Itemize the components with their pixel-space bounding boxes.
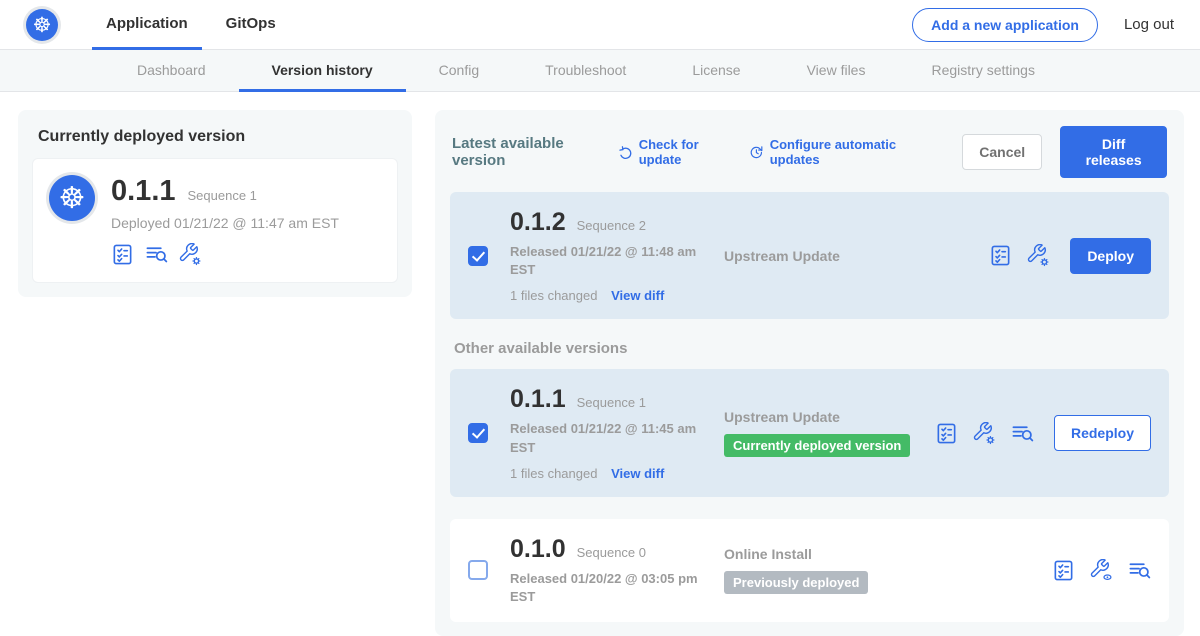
released-timestamp: Released 01/21/22 @ 11:45 am EST xyxy=(510,420,712,456)
latest-available-title: Latest available version xyxy=(452,135,600,169)
sequence-label: Sequence 0 xyxy=(577,545,646,560)
version-row-0-1-0: 0.1.0 Sequence 0 Released 01/20/22 @ 03:… xyxy=(450,519,1169,622)
available-versions-panel: Latest available version Check for updat… xyxy=(435,110,1184,636)
deployed-version-card: ☸ 0.1.1 Sequence 1 Deployed 01/21/22 @ 1… xyxy=(32,158,398,283)
deployed-timestamp: Deployed 01/21/22 @ 11:47 am EST xyxy=(111,215,339,231)
kubernetes-wheel-glyph: ☸ xyxy=(59,181,86,216)
version-checkbox[interactable] xyxy=(468,246,488,266)
redeploy-button[interactable]: Redeploy xyxy=(1054,415,1151,451)
app-subnav: Dashboard Version history Config Trouble… xyxy=(0,50,1200,92)
check-for-update-label: Check for update xyxy=(639,137,731,167)
currently-deployed-title: Currently deployed version xyxy=(32,124,398,146)
app-logo-icon: ☸ xyxy=(49,175,95,221)
version-number: 0.1.1 xyxy=(510,385,566,414)
version-row-0-1-2: 0.1.2 Sequence 2 Released 01/21/22 @ 11:… xyxy=(450,192,1169,319)
kubernetes-logo-icon: ☸ xyxy=(26,9,58,41)
version-info: 0.1.1 Sequence 1 Released 01/21/22 @ 11:… xyxy=(510,385,712,480)
currently-deployed-panel: Currently deployed version ☸ 0.1.1 Seque… xyxy=(18,110,412,297)
source-label: Upstream Update xyxy=(724,409,935,425)
previously-deployed-badge: Previously deployed xyxy=(724,571,868,594)
subnav-version-history[interactable]: Version history xyxy=(239,50,406,92)
preflight-checklist-icon[interactable] xyxy=(989,244,1012,267)
configure-automatic-updates-label: Configure automatic updates xyxy=(770,137,927,167)
source-label: Online Install xyxy=(724,546,1052,562)
files-changed-label: 1 files changed xyxy=(510,288,597,303)
source-label: Upstream Update xyxy=(724,248,989,264)
released-timestamp: Released 01/21/22 @ 11:48 am EST xyxy=(510,243,712,279)
subnav-view-files[interactable]: View files xyxy=(774,50,899,92)
sequence-label: Sequence 2 xyxy=(577,218,646,233)
auto-update-clock-icon xyxy=(749,144,764,161)
subnav-registry-settings[interactable]: Registry settings xyxy=(898,50,1067,92)
subnav-dashboard[interactable]: Dashboard xyxy=(104,50,239,92)
files-changed-label: 1 files changed xyxy=(510,466,597,481)
currently-deployed-badge: Currently deployed version xyxy=(724,434,910,457)
edit-config-icon[interactable] xyxy=(1027,244,1050,267)
version-source: Upstream Update xyxy=(712,248,989,264)
version-number: 0.1.2 xyxy=(510,208,566,237)
tab-gitops[interactable]: GitOps xyxy=(212,0,290,50)
version-number: 0.1.0 xyxy=(510,535,566,564)
view-diff-link[interactable]: View diff xyxy=(611,288,664,303)
deployed-sequence-label: Sequence 1 xyxy=(188,188,257,203)
version-actions: Redeploy xyxy=(935,415,1151,451)
logs-icon[interactable] xyxy=(1011,422,1034,445)
version-row-0-1-1: 0.1.1 Sequence 1 Released 01/21/22 @ 11:… xyxy=(450,369,1169,496)
version-info: 0.1.2 Sequence 2 Released 01/21/22 @ 11:… xyxy=(510,208,712,303)
version-checkbox[interactable] xyxy=(468,423,488,443)
logs-icon[interactable] xyxy=(145,243,168,266)
deploy-button[interactable]: Deploy xyxy=(1070,238,1151,274)
released-timestamp: Released 01/20/22 @ 03:05 pm EST xyxy=(510,570,712,606)
available-versions-header: Latest available version Check for updat… xyxy=(452,126,1167,178)
view-diff-link[interactable]: View diff xyxy=(611,466,664,481)
version-source: Online Install Previously deployed xyxy=(712,546,1052,594)
view-config-icon[interactable] xyxy=(1090,559,1113,582)
version-actions: Deploy xyxy=(989,238,1151,274)
logs-icon[interactable] xyxy=(1128,559,1151,582)
subnav-config[interactable]: Config xyxy=(406,50,512,92)
logout-button[interactable]: Log out xyxy=(1124,16,1174,33)
subnav-license[interactable]: License xyxy=(659,50,773,92)
refresh-icon xyxy=(618,144,633,161)
add-application-button[interactable]: Add a new application xyxy=(912,8,1098,42)
deployed-version-number: 0.1.1 xyxy=(111,175,176,208)
cancel-button[interactable]: Cancel xyxy=(962,134,1042,170)
top-nav: ☸ Application GitOps Add a new applicati… xyxy=(0,0,1200,50)
diff-releases-button[interactable]: Diff releases xyxy=(1060,126,1167,178)
version-source: Upstream Update Currently deployed versi… xyxy=(712,409,935,457)
check-for-update-link[interactable]: Check for update xyxy=(618,137,731,167)
main-content: Currently deployed version ☸ 0.1.1 Seque… xyxy=(0,92,1200,636)
tab-application[interactable]: Application xyxy=(92,0,202,50)
version-actions xyxy=(1052,559,1151,582)
configure-automatic-updates-link[interactable]: Configure automatic updates xyxy=(749,137,926,167)
sequence-label: Sequence 1 xyxy=(577,395,646,410)
edit-config-icon[interactable] xyxy=(179,243,202,266)
edit-config-icon[interactable] xyxy=(973,422,996,445)
version-info: 0.1.0 Sequence 0 Released 01/20/22 @ 03:… xyxy=(510,535,712,606)
preflight-checklist-icon[interactable] xyxy=(111,243,134,266)
preflight-checklist-icon[interactable] xyxy=(935,422,958,445)
subnav-troubleshoot[interactable]: Troubleshoot xyxy=(512,50,659,92)
other-available-versions-title: Other available versions xyxy=(454,340,1165,357)
preflight-checklist-icon[interactable] xyxy=(1052,559,1075,582)
version-checkbox[interactable] xyxy=(468,560,488,580)
kubernetes-wheel-glyph: ☸ xyxy=(33,13,52,37)
